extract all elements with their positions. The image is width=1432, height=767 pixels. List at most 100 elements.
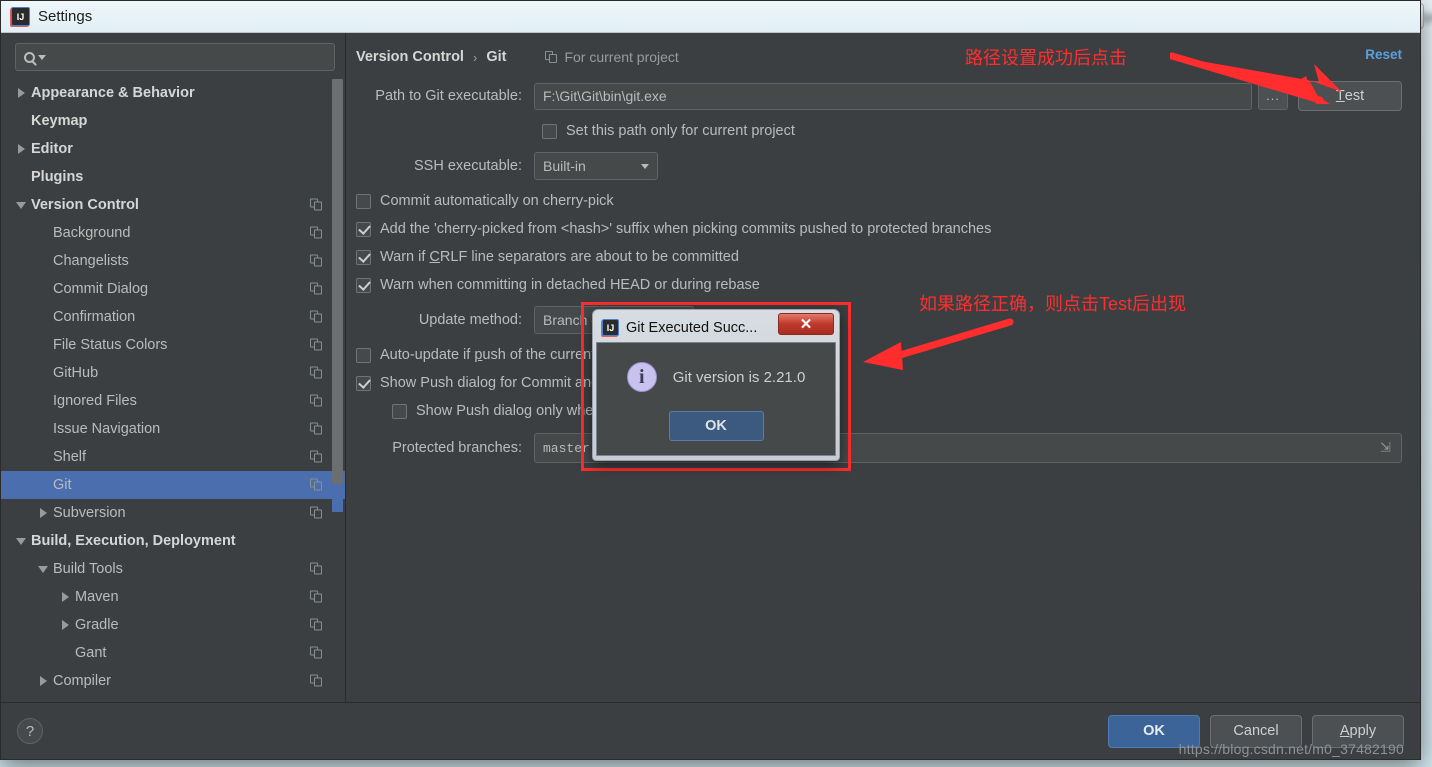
warn-detached-head-row[interactable]: Warn when committing in detached HEAD or… [356, 271, 1402, 299]
cherry-picked-suffix-checkbox[interactable] [356, 221, 371, 237]
show-push-dialog-protected-row[interactable]: Show Push dialog only when committing to… [356, 397, 1402, 425]
for-current-project-indicator: For current project [545, 49, 679, 65]
set-path-only-row[interactable]: Set this path only for current project [356, 117, 1402, 145]
sidebar-item-label: Compiler [53, 673, 112, 689]
commit-auto-cherry-pick-checkbox[interactable] [356, 193, 371, 209]
show-push-dialog-row[interactable]: Show Push dialog for Commit and Push [356, 369, 1402, 397]
help-button[interactable]: ? [17, 718, 43, 744]
sidebar-item-version-control[interactable]: Version Control [1, 191, 345, 219]
show-push-dialog-protected-checkbox[interactable] [392, 403, 407, 419]
sidebar-item-changelists[interactable]: Changelists [1, 247, 345, 275]
sidebar-item-label: Issue Navigation [53, 421, 161, 437]
sidebar-item-build-tools[interactable]: Build Tools [1, 555, 345, 583]
copy-icon [310, 226, 323, 240]
dialog-message-row: i Git version is 2.21.0 [609, 343, 824, 411]
copy-icon [310, 254, 323, 268]
sidebar-item-label: Subversion [53, 505, 126, 521]
warn-crlf-label-mnemonic: C [429, 249, 440, 265]
window-title: Settings [38, 8, 93, 25]
chevron-right-icon[interactable] [55, 620, 75, 630]
sidebar-item-editor[interactable]: Editor [1, 135, 345, 163]
warn-detached-head-checkbox[interactable] [356, 277, 371, 293]
sidebar-item-label: Shelf [53, 449, 87, 465]
commit-auto-cherry-pick-row[interactable]: Commit automatically on cherry-pick [356, 187, 1402, 215]
chevron-down-icon[interactable] [11, 201, 31, 209]
sidebar-item-build-execution-deployment[interactable]: Build, Execution, Deployment [1, 527, 345, 555]
search-input[interactable] [49, 49, 326, 65]
intellij-idea-icon [11, 7, 30, 26]
chevron-right-icon[interactable] [11, 88, 31, 98]
sidebar-item-gant[interactable]: Gant [1, 639, 345, 667]
sidebar-item-label: GitHub [53, 365, 99, 381]
update-method-label: Update method: [418, 312, 522, 328]
git-executed-dialog: Git Executed Succ... ✕ i Git version is … [592, 309, 840, 461]
sidebar-item-ignored-files[interactable]: Ignored Files [1, 387, 345, 415]
chevron-right-icon[interactable] [33, 676, 53, 686]
sidebar-item-background[interactable]: Background [1, 219, 345, 247]
warn-crlf-row[interactable]: Warn if CRLF line separators are about t… [356, 243, 1402, 271]
warn-crlf-label-post: RLF line separators are about to be comm… [439, 249, 739, 265]
sidebar-scrollbar[interactable] [332, 79, 343, 702]
sidebar-item-confirmation[interactable]: Confirmation [1, 303, 345, 331]
sidebar-item-label: Version Control [31, 197, 139, 213]
test-button[interactable]: Test [1298, 81, 1402, 111]
sidebar-item-commit-dialog[interactable]: Commit Dialog [1, 275, 345, 303]
sidebar-item-github[interactable]: GitHub [1, 359, 345, 387]
chevron-down-icon[interactable] [38, 54, 46, 60]
protected-branches-label: Protected branches: [392, 440, 522, 456]
sidebar-item-maven[interactable]: Maven [1, 583, 345, 611]
sidebar-item-label: File Status Colors [53, 337, 168, 353]
ssh-combo[interactable]: Built-in [534, 152, 658, 180]
chevron-right-icon[interactable] [55, 592, 75, 602]
cherry-picked-suffix-row[interactable]: Add the 'cherry-picked from <hash>' suff… [356, 215, 1402, 243]
breadcrumb: Version Control › Git For current projec… [356, 45, 1402, 69]
sidebar-item-git[interactable]: Git [1, 471, 345, 499]
chevron-down-icon [641, 163, 649, 169]
sidebar-item-label: Maven [75, 589, 119, 605]
settings-tree[interactable]: Appearance & Behavior Keymap Editor Plugins… [1, 77, 345, 702]
copy-icon [310, 282, 323, 296]
info-icon: i [626, 362, 657, 392]
auto-update-row[interactable]: Auto-update if push of the current branc… [356, 341, 1402, 369]
sidebar-scrollbar-thumb[interactable] [332, 79, 343, 484]
intellij-idea-icon [602, 319, 619, 336]
git-path-input[interactable]: F:\Git\Git\bin\git.exe [534, 82, 1252, 110]
sidebar-item-plugins[interactable]: Plugins [1, 163, 345, 191]
sidebar-item-gradle[interactable]: Gradle [1, 611, 345, 639]
dialog-title: Git Executed Succ... [626, 319, 758, 336]
copy-icon [310, 198, 323, 212]
browse-button[interactable]: ... [1258, 82, 1288, 110]
watermark: https://blog.csdn.net/m0_37482190 [1178, 741, 1404, 757]
dialog-body: i Git version is 2.21.0 OK [596, 342, 836, 456]
dialog-ok-button[interactable]: OK [668, 411, 764, 441]
git-path-row: Path to Git executable: F:\Git\Git\bin\g… [356, 81, 1402, 111]
close-icon[interactable]: ✕ [778, 313, 834, 335]
chevron-right-icon[interactable] [33, 508, 53, 518]
chevron-right-icon[interactable] [11, 144, 31, 154]
sidebar-item-keymap[interactable]: Keymap [1, 107, 345, 135]
breadcrumb-parent[interactable]: Version Control [356, 49, 464, 65]
warn-crlf-label: Warn if CRLF line separators are about t… [380, 249, 739, 265]
chevron-down-icon[interactable] [33, 565, 53, 573]
search-box[interactable] [15, 43, 335, 71]
copy-icon [310, 590, 323, 604]
protected-branches-row: Protected branches: master ⇲ [356, 433, 1402, 463]
expand-icon[interactable]: ⇲ [1380, 442, 1393, 455]
sidebar-item-file-status-colors[interactable]: File Status Colors [1, 331, 345, 359]
copy-icon [310, 478, 323, 492]
set-path-only-checkbox[interactable] [542, 123, 557, 139]
show-push-dialog-checkbox[interactable] [356, 375, 371, 391]
window-title-bar: Settings [1, 1, 1420, 33]
sidebar-item-shelf[interactable]: Shelf [1, 443, 345, 471]
reset-link[interactable]: Reset [1365, 47, 1402, 62]
sidebar-item-compiler[interactable]: Compiler [1, 667, 345, 695]
chevron-down-icon[interactable] [11, 537, 31, 545]
auto-update-checkbox[interactable] [356, 347, 371, 363]
warn-crlf-checkbox[interactable] [356, 249, 371, 265]
sidebar-item-issue-navigation[interactable]: Issue Navigation [1, 415, 345, 443]
annotation-text-1: 路径设置成功后点击 [965, 48, 1127, 68]
sidebar-item-subversion[interactable]: Subversion [1, 499, 345, 527]
copy-icon [310, 646, 323, 660]
sidebar-item-appearance-behavior[interactable]: Appearance & Behavior [1, 79, 345, 107]
sidebar-item-label: Ignored Files [53, 393, 137, 409]
